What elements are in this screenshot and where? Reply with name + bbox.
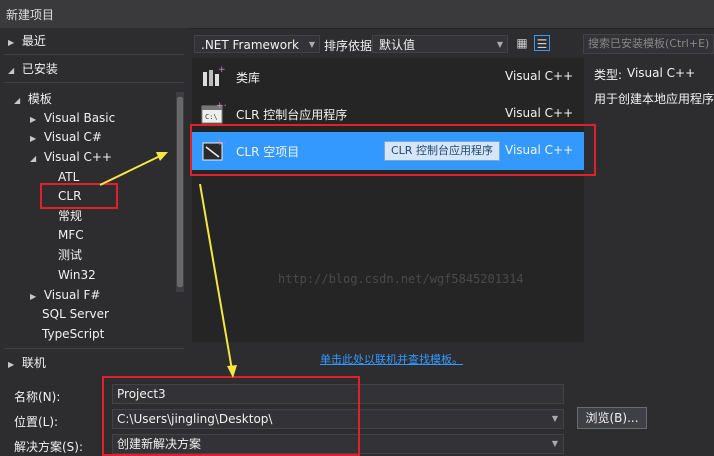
- annotation-arrow: [199, 183, 233, 371]
- annotation-arrows: [99, 152, 237, 378]
- annotation-arrow: [99, 155, 161, 186]
- arrow-head-icon: [227, 365, 237, 378]
